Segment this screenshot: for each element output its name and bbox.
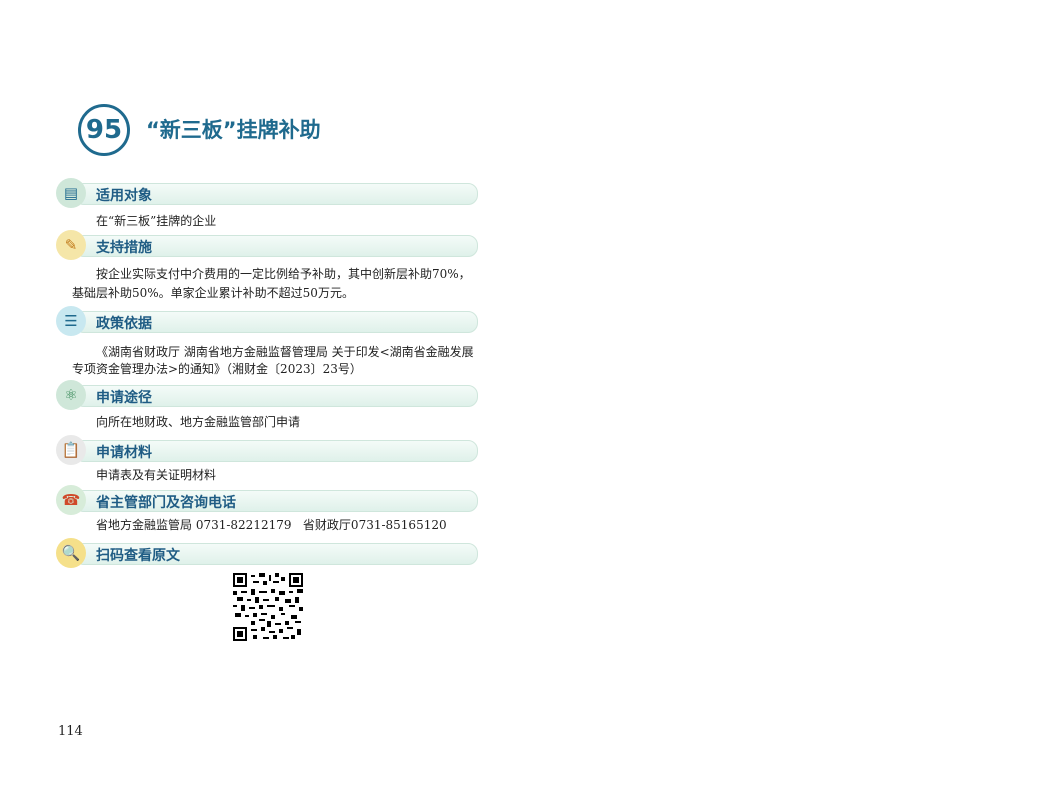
section-text: 申请表及有关证明材料 <box>96 468 217 482</box>
section-title-measures: 支持措施 <box>96 240 152 256</box>
section-title-materials: 申请材料 <box>96 445 152 461</box>
qr-code[interactable] <box>233 573 303 641</box>
page-title: “新三板”挂牌补助 <box>146 118 321 142</box>
item-number-badge: 95 <box>78 104 130 156</box>
section-title-channel: 申请途径 <box>96 390 152 406</box>
section-title-applicable: 适用对象 <box>96 188 152 204</box>
section-title-contact: 省主管部门及咨询电话 <box>96 495 236 511</box>
section-text: 《湖南省财政厅 湖南省地方金融监督管理局 关于印发<湖南省金融发展 <box>96 345 474 359</box>
phone-icon: ☎ <box>56 485 86 515</box>
magnifier-icon: 🔍 <box>56 538 86 568</box>
document-icon: ▤ <box>56 178 86 208</box>
certificate-icon: ✎ <box>56 230 86 260</box>
section-text: 在“新三板”挂牌的企业 <box>96 214 217 228</box>
atom-icon: ⚛ <box>56 380 86 410</box>
section-text: 基础层补助50%。单家企业累计补助不超过50万元。 <box>72 286 354 300</box>
section-text: 专项资金管理办法>的通知》（湘财金〔2023〕23号） <box>72 362 362 376</box>
clipboard-icon: 📋 <box>56 435 86 465</box>
section-text: 省地方金融监管局 0731-82212179 省财政厅0731-85165120 <box>96 518 447 532</box>
policy-document-icon: ☰ <box>56 306 86 336</box>
section-text: 按企业实际支付中介费用的一定比例给予补助，其中创新层补助70%， <box>96 267 471 281</box>
page-number: 114 <box>58 724 83 739</box>
section-title-scan: 扫码查看原文 <box>96 548 180 564</box>
section-text: 向所在地财政、地方金融监管部门申请 <box>96 415 301 429</box>
section-title-policy: 政策依据 <box>96 316 152 332</box>
